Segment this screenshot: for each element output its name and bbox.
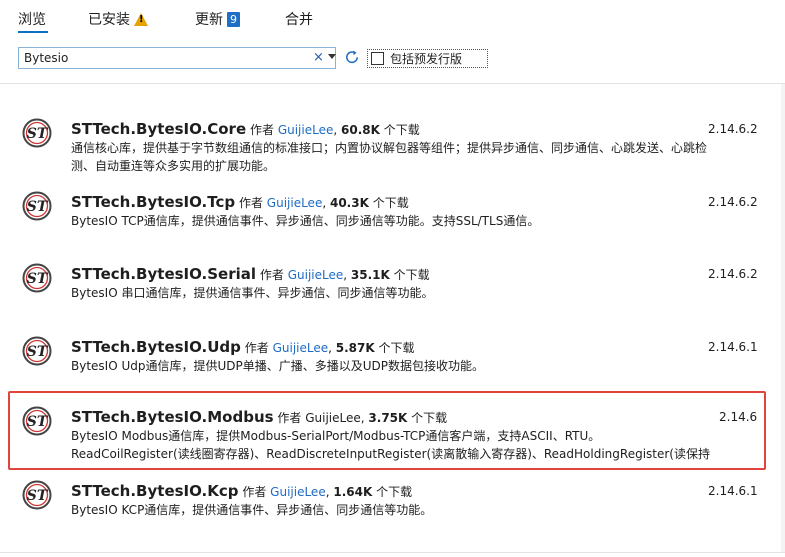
downloads-suffix: 个下载 (372, 196, 409, 210)
package-title: STTech.BytesIO.Serial 作者 GuijieLee, 35.1… (71, 265, 430, 283)
package-version: 2.14.6.1 (708, 340, 758, 354)
package-row-tcp[interactable]: ST STTech.BytesIO.Tcp 作者 GuijieLee, 40.3… (8, 185, 768, 230)
comma: , (325, 485, 330, 499)
package-description: BytesIO 串口通信库，提供通信事件、异步通信、同步通信等功能。 (71, 286, 434, 300)
package-logo-icon: ST (22, 336, 52, 366)
package-logo-icon: ST (22, 480, 52, 510)
package-logo-icon: ST (22, 263, 52, 293)
package-description: BytesIO Udp通信库，提供UDP单播、广播、多播以及UDP数据包接收功能… (71, 359, 485, 373)
author-link[interactable]: GuijieLee (278, 123, 334, 137)
author-link[interactable]: GuijieLee (270, 485, 326, 499)
author-prefix: 作者 (238, 196, 263, 210)
author-prefix: 作者 (242, 485, 267, 499)
download-count: 3.75K (368, 411, 408, 425)
tab-bar: 浏览 已安装 更新9 合并 (0, 0, 785, 36)
package-description: BytesIO KCP通信库，提供通信事件、异步通信、同步通信等功能。 (71, 503, 433, 517)
package-name[interactable]: STTech.BytesIO.Modbus (71, 408, 274, 426)
tab-installed[interactable]: 已安装 (88, 9, 148, 29)
comma: , (328, 341, 332, 355)
download-count: 60.8K (341, 123, 380, 137)
download-count: 35.1K (350, 268, 390, 282)
tab-updates-label: 更新 (195, 12, 223, 28)
chevron-down-icon[interactable] (328, 54, 336, 59)
bottom-divider (0, 552, 785, 553)
tab-consolidate-label: 合并 (285, 12, 313, 28)
package-name[interactable]: STTech.BytesIO.Tcp (71, 193, 235, 211)
tab-browse[interactable]: 浏览 (18, 9, 46, 29)
package-version: 2.14.6.2 (708, 122, 758, 136)
download-count: 5.87K (335, 341, 375, 355)
tab-consolidate[interactable]: 合并 (285, 9, 313, 29)
package-version: 2.14.6 (719, 410, 758, 424)
package-row-core[interactable]: ST STTech.BytesIO.Core 作者 GuijieLee, 60.… (8, 112, 768, 174)
include-prerelease-toggle[interactable]: 包括预发行版 (367, 49, 488, 68)
comma: , (333, 123, 338, 137)
tab-installed-label: 已安装 (88, 12, 130, 28)
package-description: BytesIO Modbus通信库，提供Modbus-SerialPort/Mo… (71, 429, 710, 461)
tab-updates[interactable]: 更新 9 (195, 9, 240, 29)
include-prerelease-label: 包括预发行版 (390, 52, 463, 66)
download-count: 40.3K (329, 196, 369, 210)
package-description: BytesIO TCP通信库，提供通信事件、异步通信、同步通信等功能。支持SSL… (71, 214, 540, 228)
svg-text:ST: ST (27, 488, 49, 504)
tab-browse-label: 浏览 (18, 12, 46, 28)
comma: , (322, 196, 327, 210)
download-count: 1.64K (333, 485, 373, 499)
package-logo-icon: ST (22, 118, 52, 148)
author-link[interactable]: GuijieLee (267, 196, 323, 210)
package-row-serial[interactable]: ST STTech.BytesIO.Serial 作者 GuijieLee, 3… (8, 257, 768, 302)
svg-text:ST: ST (27, 344, 49, 360)
author-prefix: 作者 (277, 411, 302, 425)
downloads-suffix: 个下载 (411, 411, 448, 425)
package-row-kcp[interactable]: ST STTech.BytesIO.Kcp 作者 GuijieLee, 1.64… (8, 474, 768, 519)
search-input[interactable] (19, 48, 314, 68)
warning-icon (134, 12, 148, 26)
package-version: 2.14.6.1 (708, 484, 758, 498)
downloads-suffix: 个下载 (393, 268, 430, 282)
svg-text:ST: ST (27, 414, 49, 430)
scrollbar[interactable] (781, 84, 785, 552)
updates-count-badge: 9 (227, 11, 240, 27)
svg-text:ST: ST (27, 126, 49, 142)
downloads-suffix: 个下载 (378, 341, 415, 355)
author-prefix: 作者 (249, 123, 274, 137)
downloads-suffix: 个下载 (376, 485, 413, 499)
package-title: STTech.BytesIO.Modbus 作者 GuijieLee, 3.75… (71, 408, 447, 426)
header-divider (0, 83, 785, 84)
package-name[interactable]: STTech.BytesIO.Udp (71, 338, 241, 356)
svg-text:ST: ST (27, 271, 49, 287)
search-box: × (18, 47, 336, 69)
package-row-udp[interactable]: ST STTech.BytesIO.Udp 作者 GuijieLee, 5.87… (8, 330, 768, 375)
comma: , (343, 268, 348, 282)
package-row-modbus[interactable]: ST STTech.BytesIO.Modbus 作者 GuijieLee, 3… (8, 400, 768, 465)
package-logo-icon: ST (22, 191, 52, 221)
package-logo-icon: ST (22, 406, 52, 436)
package-version: 2.14.6.2 (708, 195, 758, 209)
refresh-icon[interactable] (344, 49, 360, 65)
author-link[interactable]: GuijieLee (288, 268, 344, 282)
package-name[interactable]: STTech.BytesIO.Core (71, 120, 246, 138)
package-name[interactable]: STTech.BytesIO.Serial (71, 265, 256, 283)
package-name[interactable]: STTech.BytesIO.Kcp (71, 482, 239, 500)
include-prerelease-checkbox[interactable] (371, 52, 384, 65)
svg-text:ST: ST (27, 199, 49, 215)
author-prefix: 作者 (244, 341, 269, 355)
package-description: 通信核心库，提供基于字节数组通信的标准接口；内置协议解包器等组件；提供异步通信、… (71, 141, 708, 173)
package-title: STTech.BytesIO.Udp 作者 GuijieLee, 5.87K 个… (71, 338, 415, 356)
package-title: STTech.BytesIO.Core 作者 GuijieLee, 60.8K … (71, 120, 420, 138)
package-version: 2.14.6.2 (708, 267, 758, 281)
clear-icon[interactable]: × (313, 50, 324, 65)
author-link[interactable]: GuijieLee (305, 411, 361, 425)
comma: , (360, 411, 365, 425)
downloads-suffix: 个下载 (383, 123, 420, 137)
author-link[interactable]: GuijieLee (273, 341, 329, 355)
package-title: STTech.BytesIO.Kcp 作者 GuijieLee, 1.64K 个… (71, 482, 412, 500)
author-prefix: 作者 (259, 268, 284, 282)
package-title: STTech.BytesIO.Tcp 作者 GuijieLee, 40.3K 个… (71, 193, 409, 211)
active-tab-indicator (18, 31, 48, 33)
